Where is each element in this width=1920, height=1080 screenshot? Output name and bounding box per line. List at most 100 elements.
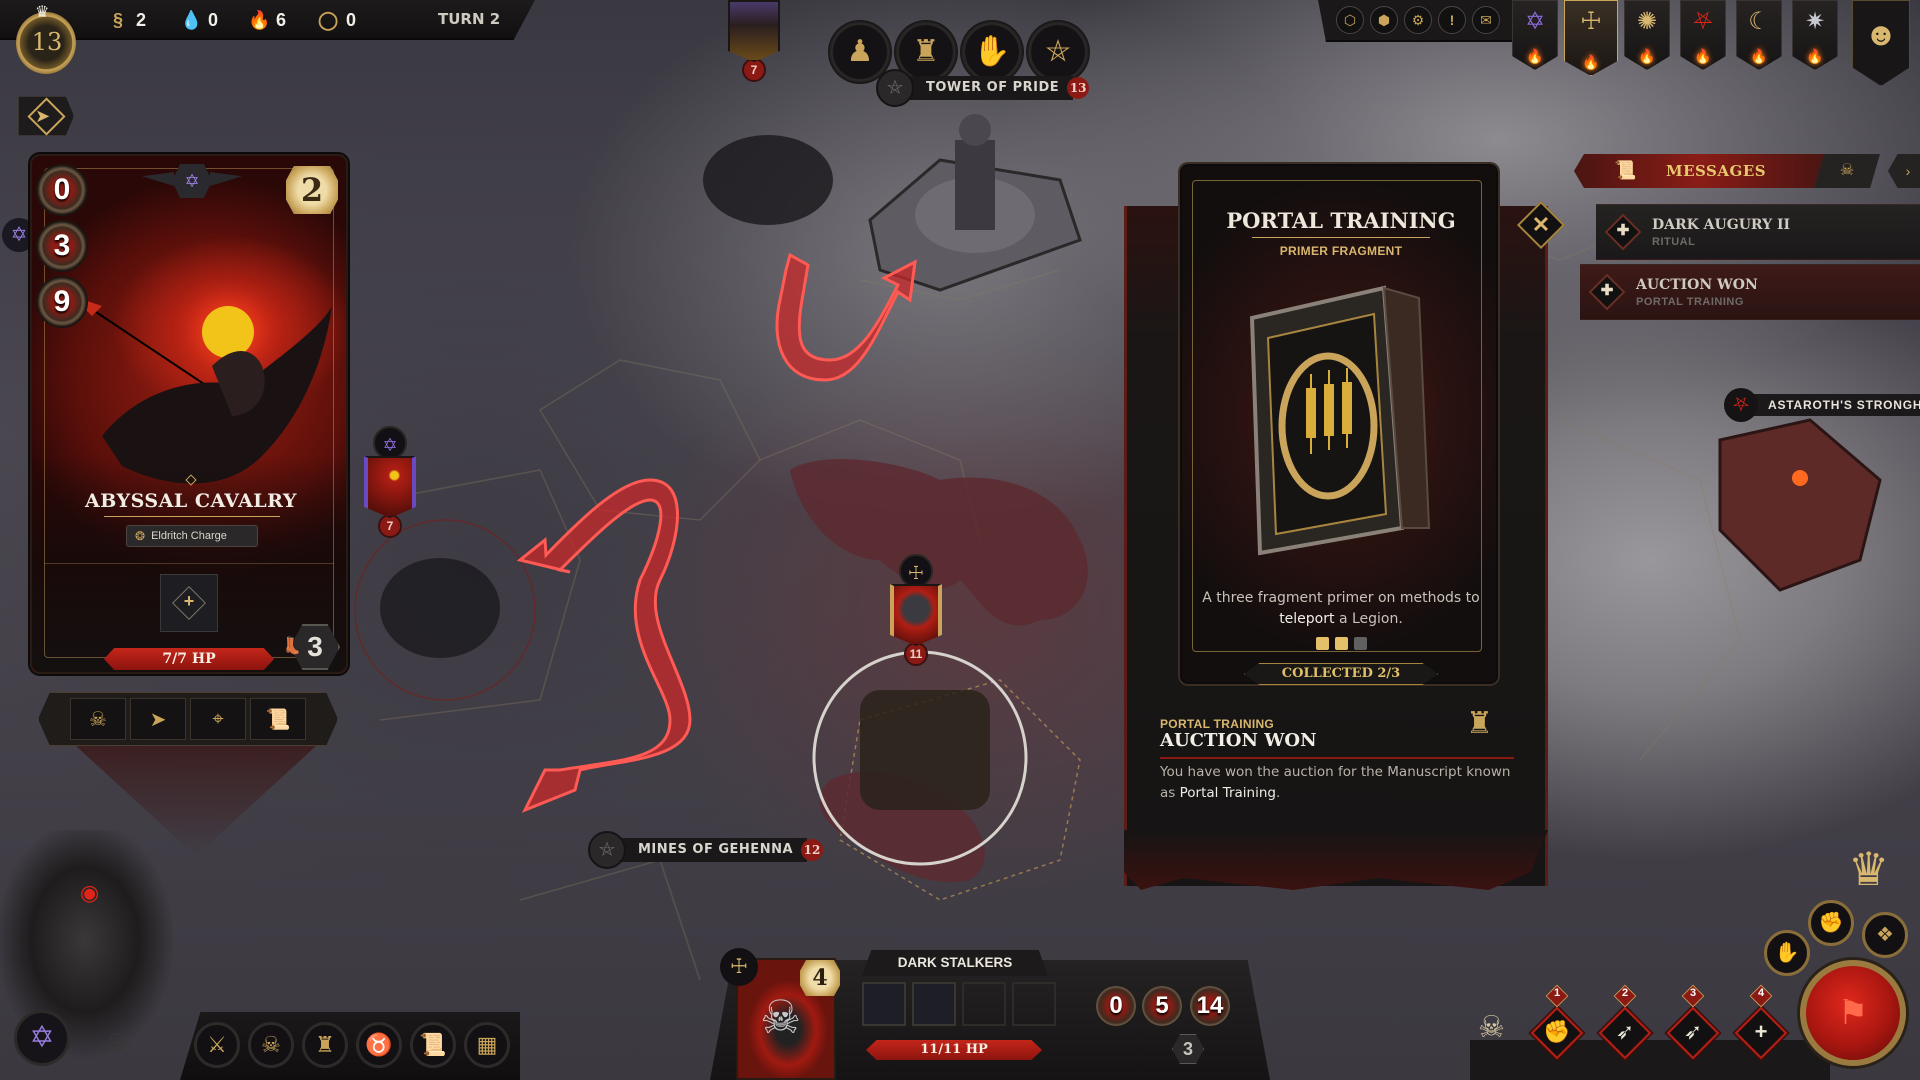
ability-icon: ❂ [135, 529, 146, 543]
faction-banner-gold-moon[interactable]: ☾ 🔥 [1736, 0, 1782, 70]
resource-fire[interactable]: 🔥 6 [248, 7, 286, 33]
enemy-legion-token[interactable]: 7 [724, 0, 784, 82]
legion-slot-filled[interactable] [862, 982, 906, 1026]
close-icon[interactable]: ✕ [1524, 208, 1558, 242]
messages-label: MESSAGES [1666, 162, 1767, 180]
pentagram-icon: ⛤ [588, 831, 626, 869]
skull-ornament-icon: ☠ [1478, 1011, 1505, 1044]
advance-action-button[interactable]: ➤ [130, 698, 186, 740]
resource-blood[interactable]: 💧 0 [180, 7, 218, 33]
resource-value: 6 [276, 9, 287, 30]
abyssal-cavalry-token[interactable]: ✡ 7 [360, 426, 420, 538]
legion-stat-attack: 5 [1142, 986, 1182, 1026]
resource-value: 0 [346, 9, 357, 30]
fragment-progress [1182, 637, 1500, 650]
end-turn-button[interactable]: ⚑ [1800, 960, 1906, 1066]
settings-button[interactable]: ⚙ [1404, 6, 1432, 34]
legion-slot-filled[interactable] [912, 982, 956, 1026]
rune-power-button[interactable]: ❖ [1862, 912, 1908, 958]
fire-icon: 🔥 [248, 9, 271, 30]
add-upgrade-slot[interactable]: + [160, 574, 218, 632]
location-name: TOWER OF PRIDE [906, 76, 1074, 100]
collapse-card-button[interactable]: ➤ [18, 96, 74, 136]
divider [104, 516, 280, 517]
description-text: a Legion. [1334, 611, 1403, 627]
stat-health: 9 [36, 276, 88, 328]
message-auction-won[interactable]: ✚ AUCTION WON PORTAL TRAINING [1580, 264, 1920, 320]
message-dark-augury[interactable]: ✚ DARK AUGURY II RITUAL [1596, 204, 1920, 260]
divider [44, 563, 334, 564]
faction-banner-gold-cross[interactable]: ☩ 🔥 [1564, 0, 1618, 76]
heroes-button[interactable]: ☠ [248, 1022, 294, 1068]
stat-attack: 3 [36, 220, 88, 272]
rituals-button[interactable]: ♉ [356, 1022, 402, 1068]
blood-drop-icon: 💧 [180, 9, 203, 30]
legion-slot-empty[interactable] [1012, 982, 1056, 1026]
demon-face-action-button[interactable]: ☠ [70, 698, 126, 740]
body-text: . [1275, 785, 1281, 801]
soul-icon: § [112, 9, 123, 30]
movement-arrow-curved [516, 478, 692, 813]
fragment-pip-collected [1315, 637, 1329, 650]
astaroths-stronghold [1718, 418, 1882, 592]
summon-button[interactable]: ✋ [1764, 930, 1810, 976]
turn-counter: TURN 2 [438, 10, 501, 28]
faction-banner-red[interactable]: ⛧ 🔥 [1680, 0, 1726, 70]
hex-overlay-button[interactable]: ⬡ [1336, 6, 1364, 34]
gate-button[interactable]: ▦ [464, 1022, 510, 1068]
ability-eldritch-charge[interactable]: ❂ Eldritch Charge [126, 525, 258, 547]
spell-slot-1[interactable]: ✊ 1 [1530, 984, 1584, 1060]
message-title: AUCTION WON [1636, 277, 1758, 293]
wing-left [142, 172, 174, 186]
violet-sigil-icon: ✡ [29, 1021, 55, 1054]
spell-slot-3[interactable]: ➶ 3 [1666, 984, 1720, 1060]
red-sigil-icon: ⛧ [1724, 388, 1758, 422]
divider [1252, 237, 1430, 238]
location-tower-of-pride[interactable]: ⛤ TOWER OF PRIDE 13 [876, 69, 1090, 107]
legion-stat-health: 14 [1190, 986, 1230, 1026]
location-astaroths-stronghold[interactable]: ⛧ ASTAROTH'S STRONGHOLD [1724, 388, 1920, 422]
collapse-messages-button[interactable]: › [1888, 154, 1920, 188]
portal-training-book-art [1249, 285, 1431, 556]
faction-banner-gold-star[interactable]: ✺ 🔥 [1624, 0, 1670, 70]
resource-souls[interactable]: § 2 [108, 7, 146, 33]
spell-slot-2[interactable]: ➶ 2 [1598, 984, 1652, 1060]
notice-subtitle: PORTAL TRAINING [1160, 717, 1275, 731]
faction-banner-silver[interactable]: ✷ 🔥 [1792, 0, 1838, 70]
buildings-button[interactable]: ♜ [302, 1022, 348, 1068]
target-action-button[interactable]: ⌖ [190, 698, 246, 740]
body-keyword: Portal Training [1179, 785, 1276, 801]
alerts-button[interactable]: ! [1438, 6, 1466, 34]
cross-icon: ✚ [1616, 222, 1630, 239]
codex-button[interactable]: ✉ [1472, 6, 1500, 34]
legion-slot-empty[interactable] [962, 982, 1006, 1026]
unit-card: ✡ 0 3 9 2 ABYSSAL CAVALRY ❂ Eldritch Cha… [30, 154, 348, 674]
tome-action-button[interactable]: 📜 [250, 698, 306, 740]
faction-banner-violet[interactable]: ✡ 🔥 [1512, 0, 1558, 70]
manuscripts-button[interactable]: 📜 [410, 1022, 456, 1068]
hex-outline-button[interactable]: ⬢ [1370, 6, 1398, 34]
plus-icon: + [1754, 1019, 1768, 1044]
spell-slot-4[interactable]: + 4 [1734, 984, 1788, 1060]
player-level-badge[interactable]: ♛ 13 [8, 2, 86, 84]
legion-name: DARK STALKERS [862, 950, 1048, 976]
notice-title: AUCTION WON [1160, 730, 1317, 751]
gold-star-sigil-icon: ✺ [1636, 8, 1658, 35]
messages-header: 📜 MESSAGES ☠ › [1574, 154, 1920, 188]
dark-stalkers-token[interactable]: ☩ 11 [886, 554, 946, 666]
resource-void[interactable]: ◯ 0 [318, 7, 356, 33]
legion-portrait [890, 584, 942, 646]
location-mines-of-gehenna[interactable]: ⛤ MINES OF GEHENNA 12 [588, 831, 824, 869]
skull-ornament-icon: ☠ [104, 1029, 131, 1062]
player-faction-button[interactable]: ✡ [14, 1010, 70, 1066]
legions-button[interactable]: ⚔ [194, 1022, 240, 1068]
hex-border [519, 859, 701, 981]
arrow-strike-icon: ➶ [1615, 1019, 1635, 1044]
hex-border [1559, 419, 1741, 761]
silver-sigil-icon: ✷ [1804, 8, 1826, 35]
fist-power-button[interactable]: ✊ [1808, 900, 1854, 946]
stat-armor: 0 [36, 164, 88, 216]
tower-of-pride-fortress [868, 114, 1082, 292]
crowned-skull-filter-button[interactable]: ☠ [1814, 154, 1880, 188]
void-ring-icon: ◯ [318, 9, 339, 30]
